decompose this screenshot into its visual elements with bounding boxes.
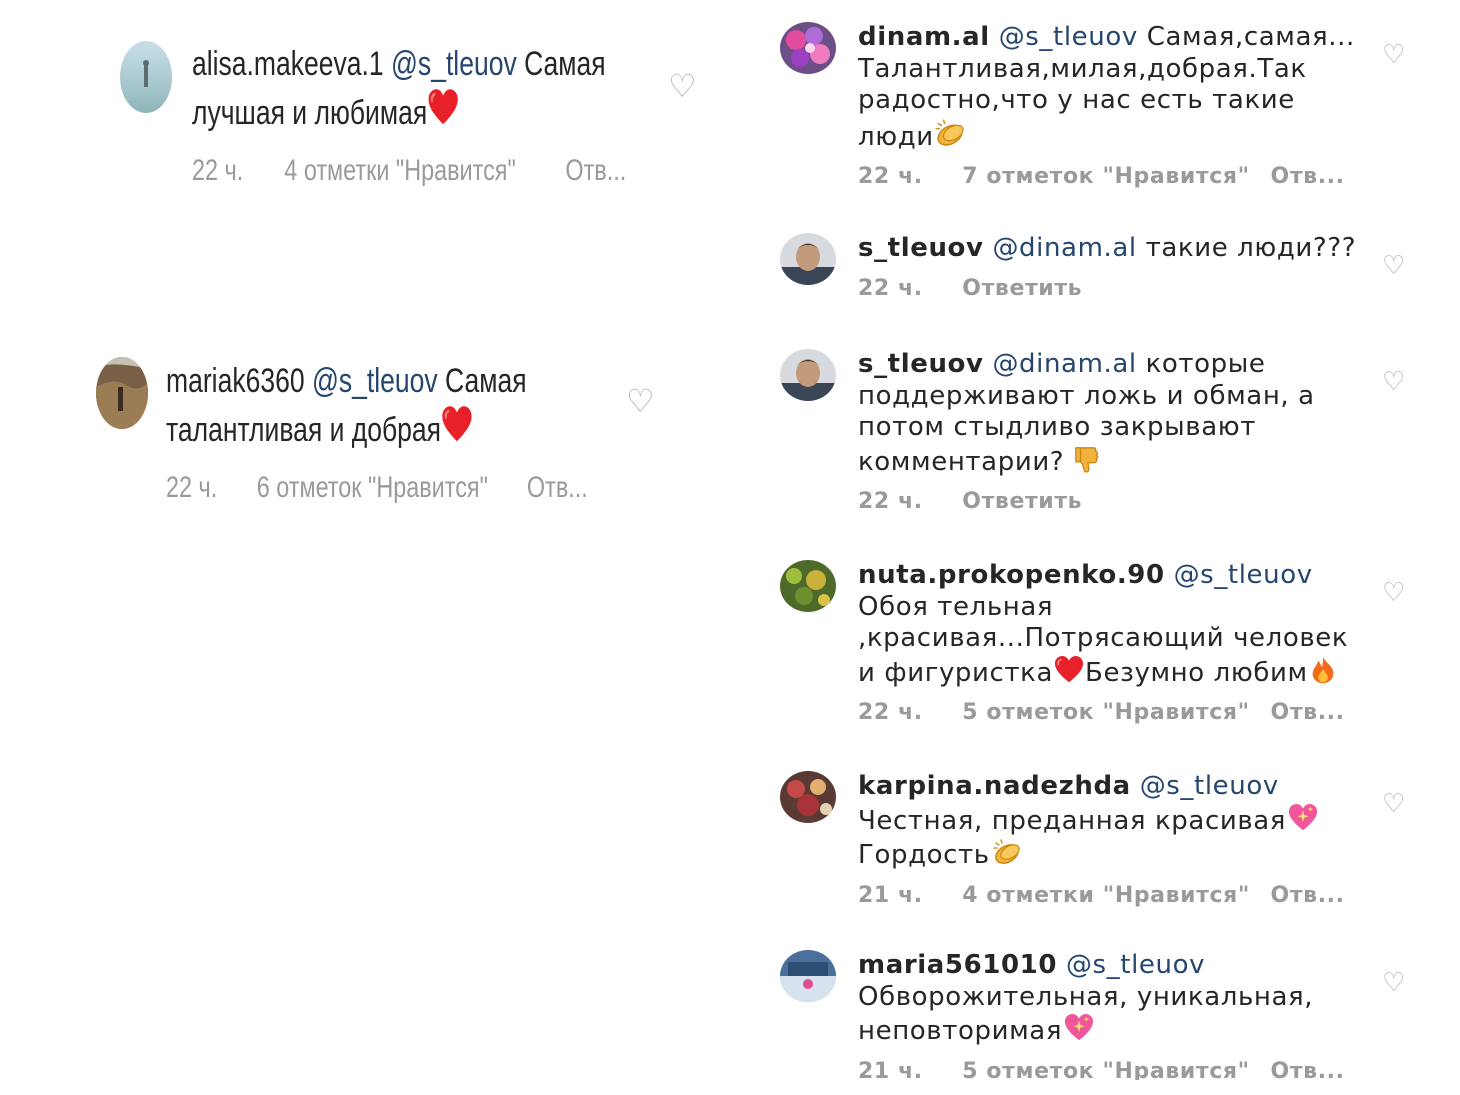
comment-meta: 22 ч. 7 отметок "Нравится" Отв...: [858, 161, 1368, 193]
heart-outline-icon[interactable]: ♡: [1382, 253, 1405, 279]
comment-time: 21 ч.: [858, 882, 923, 908]
comment-mention[interactable]: @s_tleuov: [391, 45, 517, 83]
heart-outline-icon[interactable]: ♡: [668, 70, 697, 102]
avatar[interactable]: [120, 41, 172, 113]
heart-outline-icon[interactable]: ♡: [1382, 580, 1405, 606]
heart-outline-icon[interactable]: ♡: [626, 385, 655, 417]
comment-text-continued: Гордость: [858, 840, 990, 870]
comment-mention[interactable]: @s_tleuov: [999, 22, 1138, 52]
likes-count[interactable]: 4 отметки "Нравится": [284, 147, 559, 195]
comment-meta: 22 ч. 4 отметки "Нравится" Отв...: [192, 147, 629, 195]
comment-username[interactable]: karpina.nadezhda: [858, 771, 1131, 801]
red-heart-emoji: [1054, 654, 1085, 683]
comment-time: 22 ч.: [166, 471, 218, 504]
reply-button[interactable]: Ответить: [962, 486, 1082, 518]
comment-meta: 22 ч. Ответить: [858, 486, 1368, 518]
comment-time: 22 ч.: [858, 489, 923, 514]
likes-count[interactable]: 4 отметки "Нравится": [962, 880, 1262, 912]
heart-outline-icon[interactable]: ♡: [1382, 369, 1405, 395]
comment-mention[interactable]: @dinam.al: [992, 233, 1136, 263]
comment-username[interactable]: s_tleuov: [858, 233, 984, 263]
comment-mention[interactable]: @s_tleuov: [1066, 950, 1205, 980]
comment-username[interactable]: mariak6360: [166, 362, 305, 400]
avatar[interactable]: [780, 233, 836, 285]
reply-button[interactable]: Ответить: [962, 273, 1082, 305]
avatar[interactable]: [780, 349, 836, 401]
likes-count[interactable]: 5 отметок "Нравится": [962, 1056, 1262, 1081]
comment-username[interactable]: dinam.al: [858, 22, 990, 52]
avatar[interactable]: [780, 950, 836, 1002]
clapping-hands-emoji: [933, 118, 966, 149]
heart-outline-icon[interactable]: ♡: [1382, 791, 1405, 817]
reply-button[interactable]: Отв...: [565, 147, 626, 195]
reply-button[interactable]: Отв...: [1271, 697, 1345, 729]
reply-button[interactable]: Отв...: [1271, 880, 1345, 912]
comment-mention[interactable]: @s_tleuov: [1174, 560, 1313, 590]
red-heart-emoji: [427, 88, 459, 126]
comment-meta: 22 ч. 5 отметок "Нравится" Отв...: [858, 697, 1368, 729]
fire-emoji: [1312, 656, 1334, 683]
clapping-hands-emoji: [991, 839, 1023, 867]
likes-count[interactable]: 7 отметок "Нравится": [962, 161, 1262, 193]
comment-username[interactable]: s_tleuov: [858, 349, 984, 379]
comment-meta: 22 ч. 6 отметок "Нравится" Отв...: [166, 464, 603, 512]
reply-button[interactable]: Отв...: [1271, 1056, 1345, 1081]
comment-mention[interactable]: @s_tleuov: [1140, 771, 1279, 801]
heart-outline-icon[interactable]: ♡: [1382, 970, 1405, 996]
comment-time: 22 ч.: [858, 164, 923, 189]
heart-outline-icon[interactable]: ♡: [1382, 42, 1405, 68]
reply-button[interactable]: Отв...: [1271, 161, 1345, 193]
avatar[interactable]: [780, 771, 836, 823]
comment-time: 21 ч.: [858, 1058, 923, 1081]
likes-count[interactable]: 5 отметок "Нравится": [962, 697, 1262, 729]
comment-mention[interactable]: @s_tleuov: [312, 362, 438, 400]
reply-button[interactable]: Отв...: [527, 464, 588, 512]
comment-text: такие люди???: [1136, 233, 1357, 263]
comment-username[interactable]: maria561010: [858, 950, 1057, 980]
comment-meta: 21 ч. 4 отметки "Нравится" Отв...: [858, 880, 1368, 912]
comment-time: 22 ч.: [858, 275, 923, 301]
comment-text-continued: Безумно любим: [1085, 657, 1308, 688]
comment-username[interactable]: nuta.prokopenko.90: [858, 560, 1165, 590]
thumbs-down-emoji: [1075, 446, 1099, 473]
red-heart-emoji: [441, 405, 473, 443]
sparkling-heart-emoji: [1065, 1013, 1094, 1041]
comment-meta: 22 ч. Ответить: [858, 273, 1368, 305]
likes-count[interactable]: 6 отметок "Нравится": [257, 464, 521, 512]
avatar[interactable]: [96, 357, 148, 429]
comment-time: 22 ч.: [858, 700, 923, 725]
comment-mention[interactable]: @dinam.al: [992, 349, 1136, 379]
comment-text: Честная, преданная красивая: [858, 805, 1287, 836]
avatar[interactable]: [780, 560, 836, 612]
avatar[interactable]: [780, 22, 836, 74]
comment-username[interactable]: alisa.makeeva.1: [192, 45, 384, 83]
sparkling-heart-emoji: [1288, 803, 1318, 830]
comment-time: 22 ч.: [192, 154, 244, 187]
comment-meta: 21 ч. 5 отметок "Нравится" Отв...: [858, 1056, 1368, 1081]
